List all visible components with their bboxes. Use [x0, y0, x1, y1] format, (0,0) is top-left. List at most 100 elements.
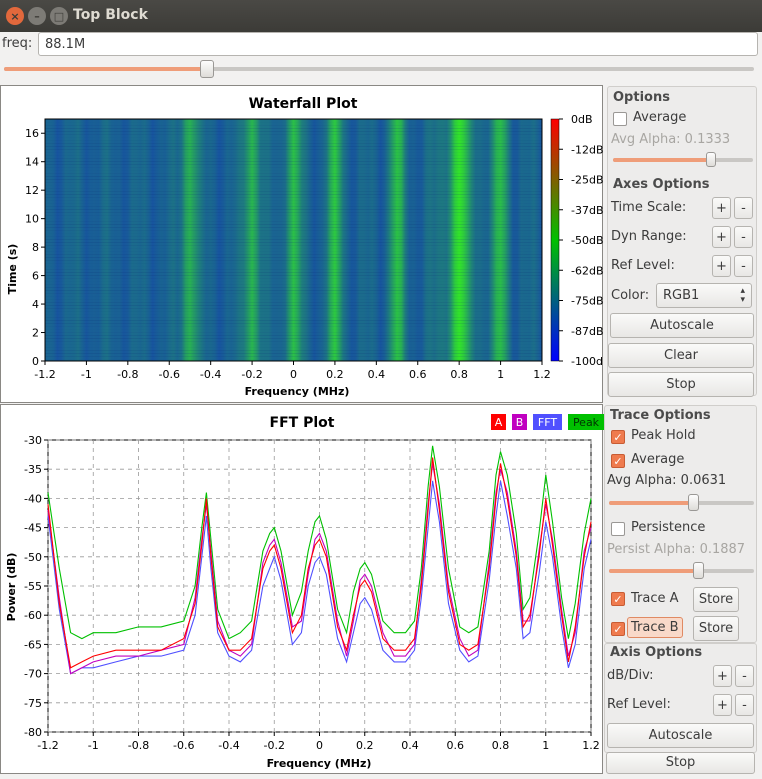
fft-y-tick-label: -35	[24, 463, 42, 476]
waterfall-row-texture	[45, 197, 542, 198]
waterfall-row-texture	[45, 227, 542, 228]
waterfall-row-texture	[45, 341, 542, 342]
waterfall-row-texture	[45, 353, 542, 354]
waterfall-y-tick-label: 16	[25, 127, 39, 140]
trace-b-store-button[interactable]: Store	[693, 616, 739, 641]
waterfall-row-texture	[45, 338, 542, 339]
freq-label: freq:	[2, 36, 33, 51]
fft-avg-alpha-slider-handle[interactable]	[687, 494, 699, 511]
time-scale-minus-button[interactable]: -	[734, 197, 753, 219]
waterfall-plot[interactable]: Waterfall Plot -1.2 -1 -0.8 -0.6 -0.4 -0.2 0 0.…	[1, 86, 611, 404]
waterfall-row-texture	[45, 278, 542, 279]
waterfall-row-texture	[45, 149, 542, 150]
window-minimize-icon[interactable]: –	[28, 7, 46, 25]
freq-slider-handle[interactable]	[199, 60, 214, 78]
trace-a-store-button[interactable]: Store	[693, 587, 739, 612]
window-title: Top Block	[73, 7, 148, 23]
waterfall-row-texture	[45, 191, 542, 192]
fft-legend: A B FFT Peak	[491, 414, 604, 430]
waterfall-row-texture	[45, 161, 542, 162]
waterfall-row-texture	[45, 335, 542, 336]
persist-alpha-label: Persist Alpha: 0.1887	[607, 542, 746, 557]
waterfall-row-texture	[45, 179, 542, 180]
trace-a-checkbox[interactable]: ✓	[611, 592, 625, 606]
waterfall-row-texture	[45, 185, 542, 186]
fft-ref-level-plus-button[interactable]: +	[713, 694, 732, 716]
colorbar-tick-label: -25dB	[571, 174, 604, 187]
dyn-range-plus-button[interactable]: +	[712, 226, 731, 248]
axis-options-title: Axis Options	[610, 645, 703, 660]
avg-alpha-slider-track[interactable]	[613, 158, 753, 162]
average-checkbox[interactable]	[613, 112, 627, 126]
ref-level-plus-button[interactable]: +	[712, 255, 731, 277]
colorbar-tick-label: -75dB	[571, 295, 604, 308]
persist-alpha-slider-track[interactable]	[609, 569, 754, 573]
waterfall-x-axis: -1.2 -1 -0.8 -0.6 -0.4 -0.2 0 0.2 0.4 0.6 0.8 1 1.2	[34, 361, 551, 381]
color-select[interactable]: RGB1 ▴ ▾	[656, 283, 752, 308]
fft-x-tick-label: 0	[316, 739, 323, 752]
select-arrows-icon: ▴ ▾	[740, 286, 745, 305]
window-titlebar[interactable]: × – □ Top Block	[0, 0, 762, 32]
fft-panel: FFT Plot A B FFT Peak -1.2 -1 -0.8 -0.6 -0.4 -0.…	[0, 404, 604, 775]
waterfall-row-texture	[45, 317, 542, 318]
fft-avg-alpha-slider-fill	[609, 501, 694, 505]
avg-alpha-slider-handle[interactable]	[706, 152, 716, 167]
fft-y-tick-label: -40	[24, 492, 42, 505]
waterfall-row-texture	[45, 242, 542, 243]
colorbar-tick-label: -50dB	[571, 234, 604, 247]
waterfall-row-texture	[45, 164, 542, 165]
time-scale-plus-button[interactable]: +	[712, 197, 731, 219]
persistence-checkbox[interactable]	[611, 522, 625, 536]
ref-level-minus-button[interactable]: -	[734, 255, 753, 277]
waterfall-row-texture	[45, 251, 542, 252]
waterfall-row-texture	[45, 287, 542, 288]
waterfall-row-texture	[45, 350, 542, 351]
persist-alpha-slider-handle[interactable]	[693, 562, 705, 579]
fft-autoscale-button[interactable]: Autoscale	[607, 723, 754, 748]
waterfall-y-tick-label: 10	[25, 213, 39, 226]
fft-average-checkbox[interactable]: ✓	[611, 454, 625, 468]
avg-alpha-label: Avg Alpha: 0.1333	[611, 132, 731, 147]
peak-hold-checkbox[interactable]: ✓	[611, 430, 625, 444]
window-close-icon[interactable]: ×	[6, 7, 24, 25]
fft-y-label: Power (dB)	[5, 553, 18, 622]
waterfall-x-tick-label: 0.8	[450, 368, 468, 381]
waterfall-row-texture	[45, 314, 542, 315]
freq-input[interactable]	[38, 32, 758, 56]
waterfall-row-texture	[45, 323, 542, 324]
waterfall-row-texture	[45, 329, 542, 330]
waterfall-row-texture	[45, 203, 542, 204]
fft-x-tick-label: -0.8	[128, 739, 149, 752]
waterfall-clear-button[interactable]: Clear	[608, 343, 754, 368]
fft-plot[interactable]: FFT Plot A B FFT Peak -1.2 -1 -0.8 -0.6 -0.4 -0.…	[1, 405, 604, 775]
dyn-range-label: Dyn Range:	[611, 229, 687, 244]
waterfall-y-tick-label: 6	[32, 270, 39, 283]
waterfall-autoscale-button[interactable]: Autoscale	[610, 313, 754, 338]
waterfall-row-texture	[45, 221, 542, 222]
time-scale-label: Time Scale:	[611, 200, 687, 215]
waterfall-row-texture	[45, 266, 542, 267]
waterfall-stop-button[interactable]: Stop	[608, 372, 754, 397]
waterfall-image	[44, 118, 543, 362]
waterfall-row-texture	[45, 281, 542, 282]
fft-y-tick-label: -65	[24, 638, 42, 651]
axis-options-panel: Axis Options dB/Div: + - Ref Level: + - …	[604, 643, 757, 753]
dyn-range-minus-button[interactable]: -	[734, 226, 753, 248]
window-maximize-icon[interactable]: □	[50, 7, 68, 25]
fft-avg-alpha-slider-track[interactable]	[609, 501, 754, 505]
waterfall-x-tick-label: -0.4	[200, 368, 221, 381]
waterfall-row-texture	[45, 293, 542, 294]
waterfall-row-texture	[45, 290, 542, 291]
freq-slider-track[interactable]	[4, 67, 754, 71]
trace-b-checkbox[interactable]: ✓	[611, 622, 625, 636]
waterfall-row-texture	[45, 188, 542, 189]
waterfall-colorbar	[550, 118, 560, 362]
colorbar-tick-label: 0dB	[571, 113, 593, 126]
colorbar-tick-label: -37dB	[571, 204, 604, 217]
db-div-minus-button[interactable]: -	[735, 665, 754, 687]
fft-stop-button[interactable]: Stop	[606, 752, 755, 774]
fft-y-tick-label: -45	[24, 522, 42, 535]
db-div-plus-button[interactable]: +	[713, 665, 732, 687]
waterfall-row-texture	[45, 320, 542, 321]
fft-ref-level-minus-button[interactable]: -	[735, 694, 754, 716]
